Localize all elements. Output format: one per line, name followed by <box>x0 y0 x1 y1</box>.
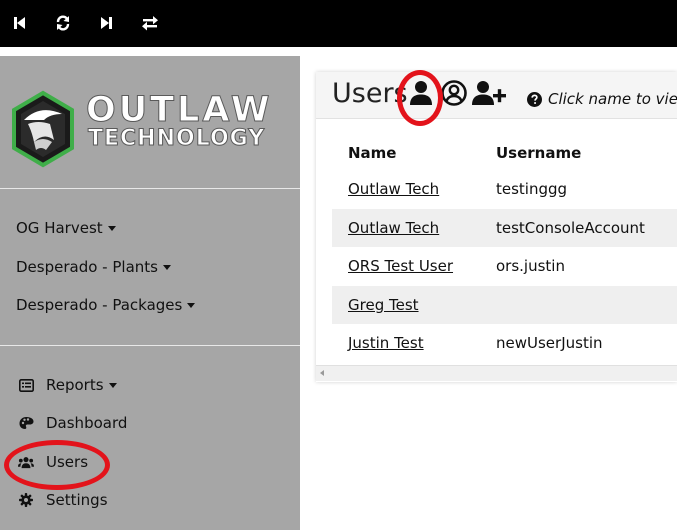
user-username: newUserJustin <box>496 334 603 353</box>
column-header-name[interactable]: Name <box>332 136 480 170</box>
user-plus-icon[interactable] <box>472 80 508 110</box>
gear-icon <box>18 492 34 508</box>
sidebar-item-og-harvest[interactable]: OG Harvest <box>16 219 116 237</box>
table-row: ORS Test User ors.justin <box>332 247 677 286</box>
sidebar-item-desperado-plants[interactable]: Desperado - Plants <box>16 258 171 276</box>
users-panel: Users Click name to vie Name Username Ou… <box>316 72 677 382</box>
panel-header: Users Click name to vie <box>316 72 677 119</box>
table-header-row: Name Username <box>332 136 677 170</box>
sidebar-item-label: OG Harvest <box>16 219 103 237</box>
skip-back-icon[interactable] <box>9 13 31 33</box>
scroll-left-icon[interactable] <box>320 370 324 376</box>
question-circle-icon <box>527 91 542 107</box>
sidebar-item-label: Reports <box>46 376 104 394</box>
sidebar-item-label: Desperado - Plants <box>16 258 158 276</box>
sidebar-item-label: Users <box>46 453 89 471</box>
horizontal-scrollbar[interactable] <box>316 365 677 381</box>
sidebar-item-desperado-packages[interactable]: Desperado - Packages <box>16 296 196 314</box>
help-hint: Click name to vie <box>527 90 677 108</box>
sidebar-item-dashboard[interactable]: Dashboard <box>16 414 127 432</box>
users-table: Name Username Outlaw Tech testinggg Outl… <box>332 136 677 363</box>
user-name-link[interactable]: Greg Test <box>348 296 419 314</box>
caret-down-icon <box>108 382 117 388</box>
sidebar-divider <box>0 345 300 346</box>
user-username: testConsoleAccount <box>480 208 677 247</box>
refresh-icon[interactable] <box>52 13 74 33</box>
column-header-username[interactable]: Username <box>480 136 677 170</box>
table-row: Justin Test newUserJustin <box>332 324 677 363</box>
user-name-link[interactable]: Outlaw Tech <box>348 219 439 237</box>
user-username <box>480 285 677 324</box>
table-row: Outlaw Tech testConsoleAccount <box>332 208 677 247</box>
sidebar-item-label: Dashboard <box>46 414 128 432</box>
user-icon[interactable] <box>409 80 433 110</box>
palette-icon <box>18 415 34 431</box>
sidebar-item-reports[interactable]: Reports <box>16 376 117 394</box>
caret-down-icon <box>187 302 196 308</box>
list-icon <box>18 377 34 393</box>
table-row: Greg Test <box>332 285 677 324</box>
top-toolbar <box>0 0 677 47</box>
caret-down-icon <box>107 225 116 231</box>
user-circle-icon[interactable] <box>441 80 467 110</box>
help-text: Click name to vie <box>548 90 677 108</box>
sidebar-divider <box>0 188 300 189</box>
user-username: testinggg <box>496 180 568 199</box>
skip-forward-icon[interactable] <box>95 13 117 33</box>
swap-icon[interactable] <box>139 13 161 33</box>
user-name-link[interactable]: ORS Test User <box>348 257 453 275</box>
user-name-link[interactable]: Justin Test <box>348 334 424 352</box>
sidebar-item-settings[interactable]: Settings <box>16 491 108 509</box>
sidebar: OUTLAW TECHNOLOGY OG Harvest Desperado -… <box>0 56 300 530</box>
sidebar-item-label: Settings <box>46 491 108 509</box>
brand-logo[interactable]: OUTLAW TECHNOLOGY <box>10 90 282 170</box>
table-row: Outlaw Tech testinggg <box>332 170 677 209</box>
sidebar-item-label: Desperado - Packages <box>16 296 183 314</box>
page-title: Users <box>332 78 408 109</box>
sidebar-item-users[interactable]: Users <box>16 453 88 471</box>
brand-line2: TECHNOLOGY <box>87 126 266 152</box>
users-icon <box>18 454 34 470</box>
brand-line1: OUTLAW <box>85 90 273 131</box>
outlaw-emblem-icon <box>12 90 74 168</box>
caret-down-icon <box>162 264 171 270</box>
user-username: ors.justin <box>496 257 565 276</box>
user-name-link[interactable]: Outlaw Tech <box>348 180 439 198</box>
